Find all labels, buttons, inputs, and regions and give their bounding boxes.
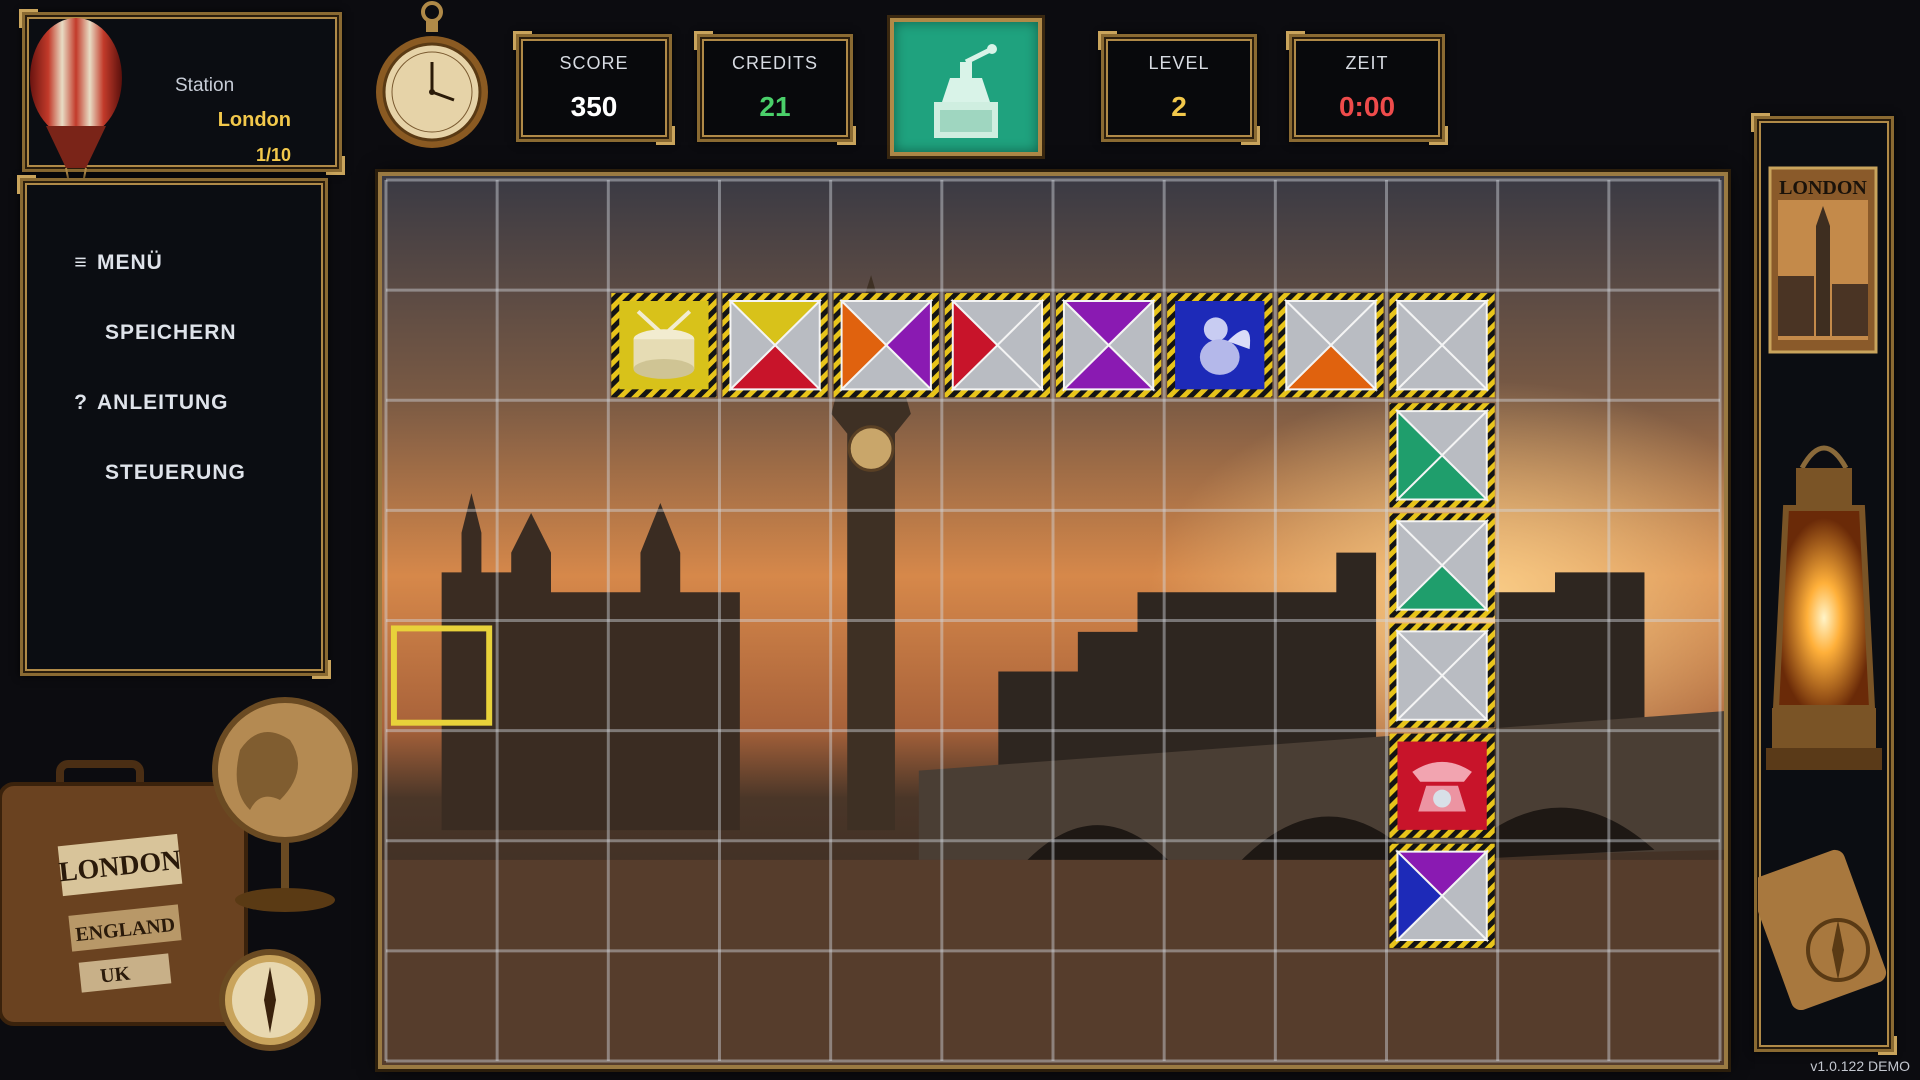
london-postcard: LONDON bbox=[1768, 166, 1878, 354]
cross-tile[interactable] bbox=[1389, 623, 1495, 728]
save-button[interactable]: SPEICHERN bbox=[105, 321, 407, 345]
cursor-highlight bbox=[390, 625, 493, 726]
cross-tile[interactable] bbox=[944, 293, 1051, 398]
cherub-tile[interactable] bbox=[1167, 293, 1273, 398]
time-value: 0:00 bbox=[1338, 91, 1396, 122]
level-label: LEVEL bbox=[1148, 53, 1210, 73]
next-tile-preview[interactable] bbox=[890, 18, 1042, 156]
globe-icon bbox=[212, 697, 358, 912]
station-city: London bbox=[217, 109, 291, 131]
cross-tile[interactable] bbox=[1389, 843, 1495, 948]
cross-tile[interactable] bbox=[722, 293, 828, 398]
help-icon: ? bbox=[74, 391, 88, 414]
save-button-label: SPEICHERN bbox=[105, 321, 237, 344]
drum-tile[interactable] bbox=[611, 293, 717, 398]
station-progress: 1/10 bbox=[255, 145, 291, 165]
station-label: Station bbox=[175, 75, 235, 96]
score-label: SCORE bbox=[559, 53, 629, 73]
level-value: 2 bbox=[1171, 91, 1187, 122]
map-scroll-icon bbox=[1758, 849, 1887, 1010]
instructions-button[interactable]: ? ANLEITUNG bbox=[69, 391, 371, 415]
telephone-tile[interactable] bbox=[1389, 733, 1495, 838]
cross-tile[interactable] bbox=[1389, 293, 1495, 398]
compass-icon bbox=[219, 949, 321, 1051]
cross-tile[interactable] bbox=[1389, 403, 1495, 508]
menu-panel: ≡ MENÜ SPEICHERN ? ANLEITUNG STEUERUNG bbox=[17, 175, 331, 679]
suitcase-sticker-uk: UK bbox=[99, 962, 132, 987]
oil-lantern-icon bbox=[1766, 445, 1882, 770]
cross-tile[interactable] bbox=[1389, 513, 1495, 618]
score-display: SCORE 350 bbox=[513, 31, 675, 145]
london-card-title: LONDON bbox=[1779, 177, 1867, 199]
time-display: ZEIT 0:00 bbox=[1286, 31, 1448, 145]
pocket-watch-icon bbox=[376, 1, 488, 148]
hamburger-icon: ≡ bbox=[74, 251, 88, 274]
menu-button[interactable]: ≡ MENÜ bbox=[69, 251, 371, 275]
credits-display: CREDITS 21 bbox=[694, 31, 856, 145]
version-label: v1.0.122 DEMO bbox=[1810, 1058, 1910, 1074]
menu-button-label: MENÜ bbox=[97, 251, 163, 274]
tile-grid[interactable] bbox=[382, 176, 1724, 1065]
score-value: 350 bbox=[570, 91, 618, 122]
credits-value: 21 bbox=[759, 91, 791, 122]
game-board[interactable] bbox=[378, 172, 1728, 1069]
credits-label: CREDITS bbox=[731, 53, 818, 73]
cross-tile[interactable] bbox=[1278, 293, 1384, 398]
cross-tile[interactable] bbox=[1055, 293, 1162, 398]
time-label: ZEIT bbox=[1345, 53, 1389, 73]
level-display: LEVEL 2 bbox=[1098, 31, 1260, 145]
controls-button-label: STEUERUNG bbox=[105, 461, 246, 484]
cross-tile[interactable] bbox=[833, 293, 939, 398]
controls-button[interactable]: STEUERUNG bbox=[105, 461, 407, 485]
coffee-grinder-icon bbox=[934, 44, 998, 138]
instructions-button-label: ANLEITUNG bbox=[97, 391, 229, 414]
